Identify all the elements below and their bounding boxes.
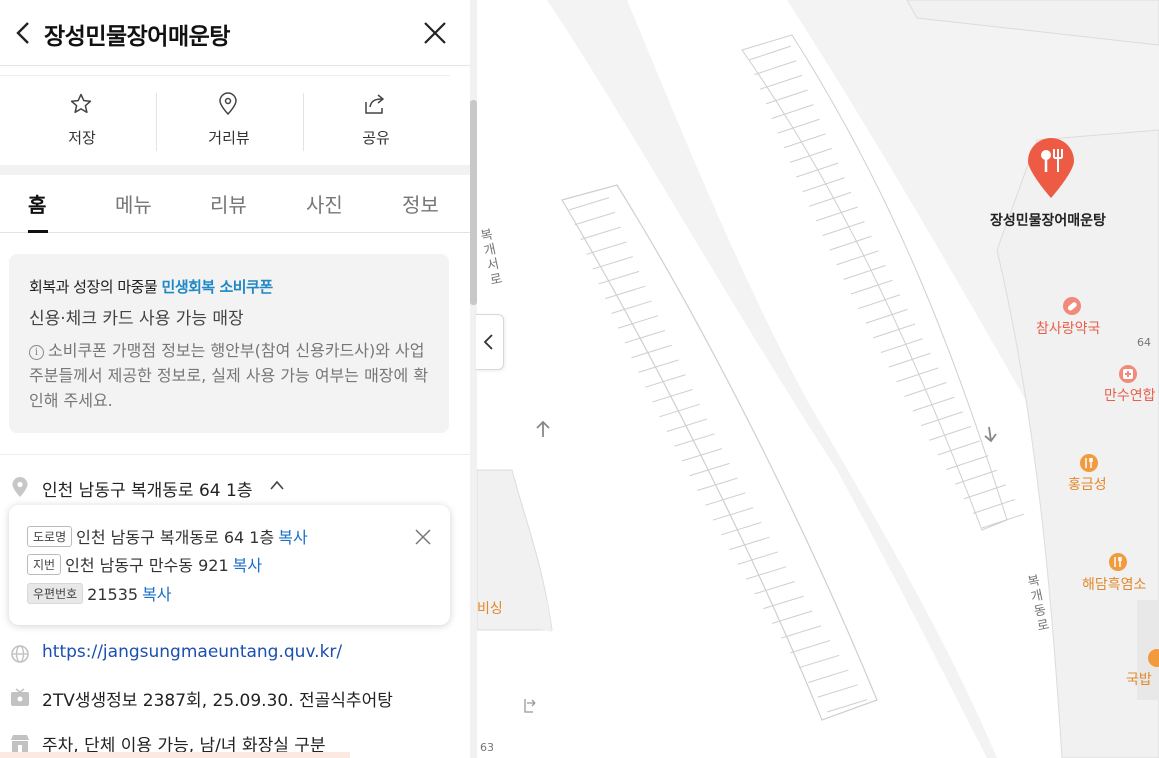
selected-restaurant-marker[interactable]	[1026, 138, 1076, 200]
zipcode-line: 우편번호 21535 복사	[27, 581, 172, 605]
address-summary: 인천 남동구 복개동로 64 1층	[42, 481, 253, 501]
close-button[interactable]	[420, 18, 450, 48]
save-label: 저장	[68, 129, 96, 147]
coupon-disclaimer-text: 소비쿠폰 가맹점 정보는 행안부(참여 신용카드사)와 사업주분들께서 제공한 …	[29, 341, 429, 410]
coupon-subtitle: 신용·체크 카드 사용 가능 매장	[29, 309, 244, 329]
tab-photos[interactable]: 사진	[306, 189, 343, 218]
restaurant-icon[interactable]	[1147, 648, 1159, 668]
poi-label-left[interactable]: 비싱	[477, 598, 503, 618]
divider	[0, 454, 470, 455]
panel-collapse-button[interactable]	[476, 314, 504, 370]
hospital-icon[interactable]	[1118, 364, 1138, 384]
tab-home[interactable]: 홈	[28, 189, 46, 218]
streetview-label: 거리뷰	[208, 129, 250, 147]
chevron-left-icon	[483, 334, 493, 350]
tv-appearance: 2TV생생정보 2387회, 25.09.30. 전골식추어탕	[42, 691, 393, 711]
chevron-up-icon	[270, 480, 284, 490]
section-divider	[0, 165, 470, 175]
scrollbar-thumb[interactable]	[470, 100, 477, 305]
zipcode-value: 21535	[87, 585, 139, 604]
save-button[interactable]: 저장	[7, 76, 157, 166]
restaurant-icon[interactable]	[1079, 453, 1099, 473]
copy-zipcode-button[interactable]: 복사	[142, 585, 171, 604]
share-button[interactable]: 공유	[301, 76, 451, 166]
tab-info[interactable]: 정보	[402, 189, 439, 218]
zipcode-badge: 우편번호	[27, 583, 84, 604]
panel-header: 장성민물장어매운탕	[0, 0, 470, 66]
coupon-headline: 회복과 성장의 마중물 민생회복 소비쿠폰	[29, 276, 273, 297]
place-title: 장성민물장어매운탕	[44, 24, 230, 50]
lot-address-value: 인천 남동구 만수동 921	[65, 556, 229, 575]
restaurant-label-haedam[interactable]: 해담흑염소	[1082, 574, 1146, 594]
building-number-label: 64	[1137, 336, 1151, 349]
restaurant-label-hongkeum[interactable]: 홍금성	[1068, 474, 1107, 494]
place-detail-panel: 장성민물장어매운탕 저장 거리뷰 공유 홈 메뉴 리뷰 사진 정보 회복과 성장…	[0, 0, 470, 758]
close-icon	[424, 22, 446, 44]
store-icon	[11, 735, 29, 752]
hospital-label[interactable]: 만수연합	[1104, 385, 1156, 405]
coupon-highlight: 민생회복 소비쿠폰	[161, 278, 274, 296]
road-address-line: 도로명 인천 남동구 복개동로 64 1층 복사	[27, 524, 308, 548]
info-icon: i	[29, 345, 44, 360]
back-button[interactable]	[8, 18, 38, 48]
tab-reviews[interactable]: 리뷰	[210, 189, 247, 218]
address-detail-popup: 도로명 인천 남동구 복개동로 64 1층 복사 지번 인천 남동구 만수동 921 복…	[9, 505, 450, 625]
highlight-strip	[0, 752, 350, 758]
map-view[interactable]: 장성민물장어매운탕 참사랑약국 64 만수연합 홍금성 해담흑염소 국밥 비싱 …	[477, 0, 1159, 758]
coupon-headline-prefix: 회복과 성장의 마중물	[29, 278, 162, 296]
tab-bar: 홈 메뉴 리뷰 사진 정보	[0, 175, 470, 233]
streetview-button[interactable]: 거리뷰	[154, 76, 304, 166]
share-icon	[365, 94, 384, 114]
road-address-value: 인천 남동구 복개동로 64 1층	[76, 528, 275, 547]
copy-lot-address-button[interactable]: 복사	[233, 556, 262, 575]
location-pin-icon	[219, 92, 237, 116]
globe-icon	[11, 645, 29, 663]
tab-menu[interactable]: 메뉴	[115, 189, 152, 218]
restaurant-icon[interactable]	[1108, 552, 1128, 572]
pharmacy-label[interactable]: 참사랑약국	[1036, 318, 1100, 338]
copy-road-address-button[interactable]: 복사	[278, 528, 307, 547]
coupon-disclaimer: i 소비쿠폰 가맹점 정보는 행안부(참여 신용카드사)와 사업주분들께서 제공한…	[29, 338, 439, 413]
share-label: 공유	[362, 129, 390, 147]
close-popup-icon[interactable]	[413, 527, 433, 547]
action-bar: 저장 거리뷰 공유	[0, 75, 450, 165]
coupon-notice: 회복과 성장의 마중물 민생회복 소비쿠폰 신용·체크 카드 사용 가능 매장 …	[9, 254, 449, 433]
panel-scrollbar[interactable]	[470, 0, 477, 758]
map-canvas	[477, 0, 1159, 758]
website-link[interactable]: https://jangsungmaeuntang.quv.kr/	[42, 642, 342, 662]
chevron-left-icon	[16, 22, 29, 44]
building-number-label: 63	[480, 741, 494, 754]
road-address-badge: 도로명	[27, 526, 73, 547]
restaurant-label-gukbap[interactable]: 국밥	[1126, 669, 1152, 689]
tv-icon	[11, 688, 29, 706]
selected-place-label[interactable]: 장성민물장어매운탕	[990, 210, 1106, 230]
pharmacy-icon[interactable]	[1062, 296, 1082, 316]
active-tab-indicator	[28, 230, 48, 233]
star-icon	[70, 93, 92, 114]
lot-address-line: 지번 인천 남동구 만수동 921 복사	[27, 552, 262, 576]
location-pin-icon	[12, 477, 28, 497]
lot-address-badge: 지번	[27, 554, 62, 575]
